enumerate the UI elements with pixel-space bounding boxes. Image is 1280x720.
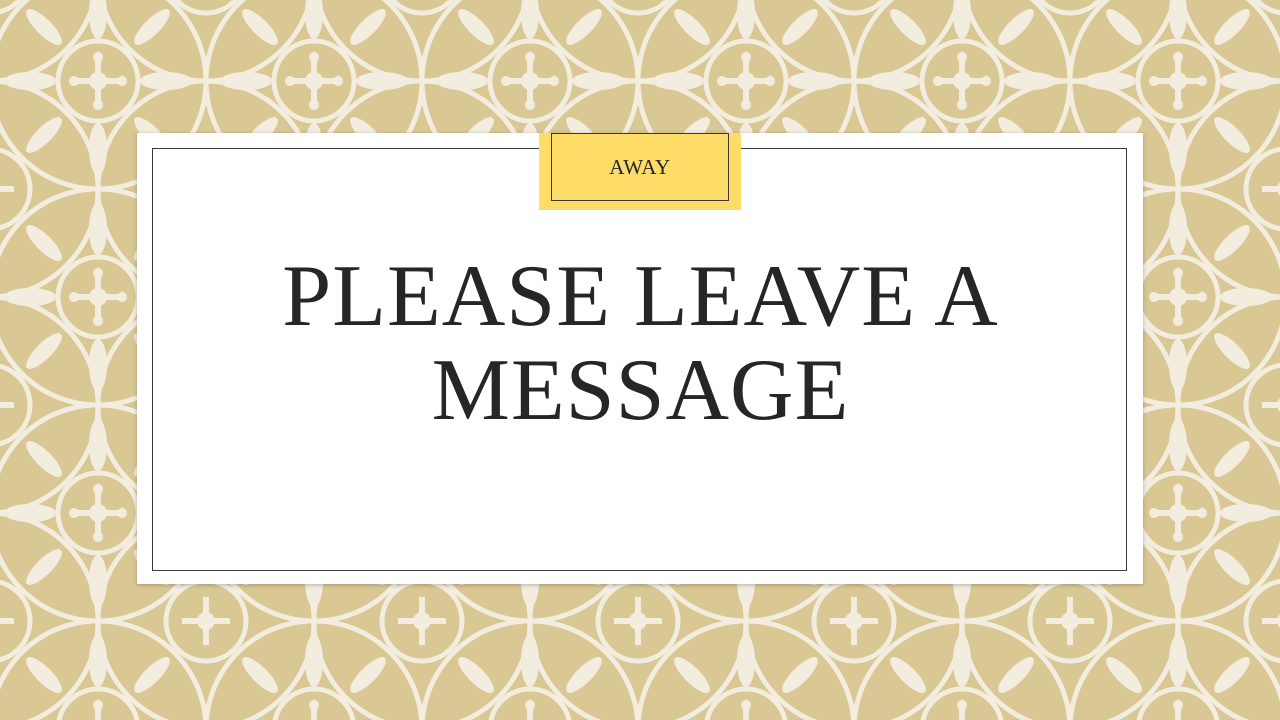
away-tag-border: AWAY (551, 133, 729, 201)
away-tag: AWAY (539, 133, 741, 210)
slide-title: PLEASE LEAVE A MESSAGE (282, 248, 999, 439)
away-tag-label: AWAY (609, 154, 671, 179)
